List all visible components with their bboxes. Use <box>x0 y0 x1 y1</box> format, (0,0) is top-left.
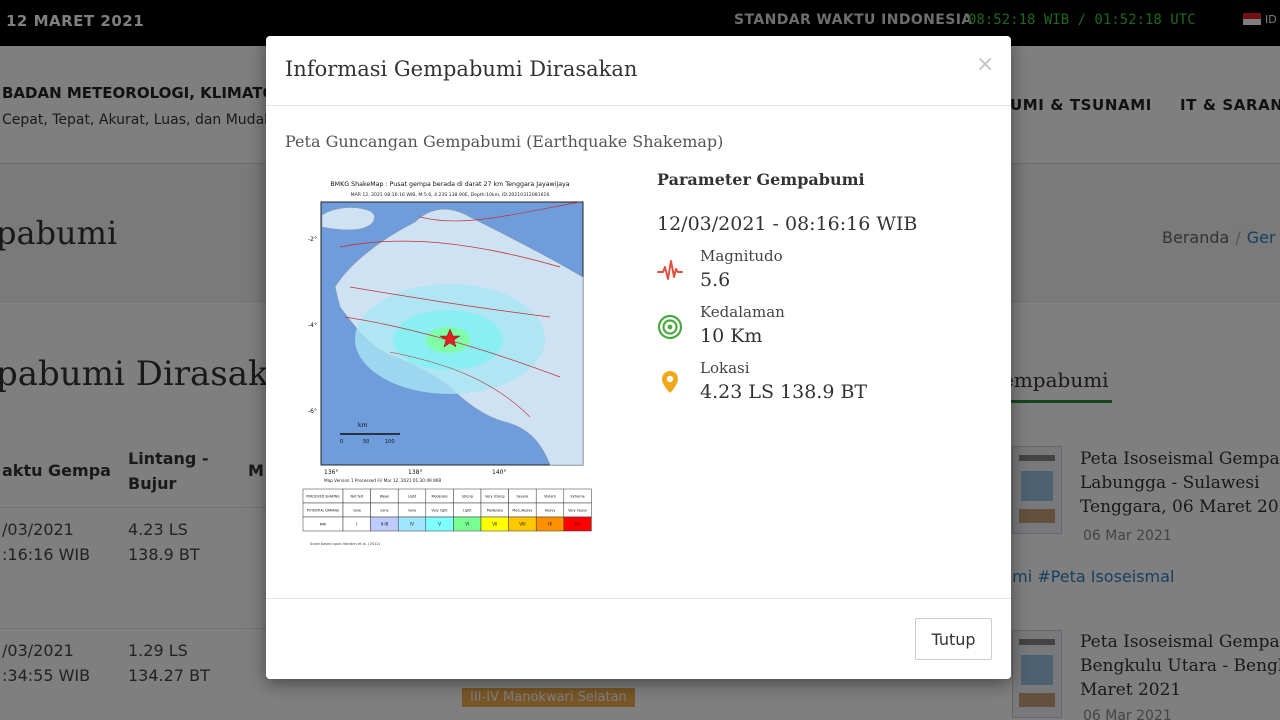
legend-cell-text: Weak <box>380 495 389 499</box>
legend-cell-text: Not felt <box>351 495 364 499</box>
legend-cell-text: Violent <box>544 495 556 499</box>
legend-cell-text: VIII <box>519 522 525 527</box>
depth-label: Kedalaman <box>700 303 785 321</box>
close-button[interactable]: Tutup <box>915 618 992 660</box>
location-label: Lokasi <box>700 359 750 377</box>
seismograph-icon <box>657 260 683 280</box>
legend-row-label: POTENTIAL DAMAGE <box>307 509 340 513</box>
magnitude-label: Magnitudo <box>700 247 783 265</box>
legend-cell-text: Moderate <box>487 509 503 513</box>
close-icon[interactable]: × <box>976 53 994 77</box>
depth-rings-icon <box>657 314 683 340</box>
legend-cell-text: Heavy <box>545 509 556 513</box>
legend-cell-text: none <box>380 509 388 513</box>
legend-cell-text: V <box>438 522 441 527</box>
processed-note: Map Version 1 Processed Fri Mar 12, 2021… <box>324 478 441 483</box>
scale-tick: 0 <box>340 439 343 445</box>
legend-cell-text: IX <box>548 522 552 527</box>
legend-cell-text: Light <box>408 495 417 499</box>
mmi-legend: PERCEIVED SHAKING Not felt Weak Light Modera… <box>302 488 592 532</box>
event-datetime: 12/03/2021 - 08:16:16 WIB <box>657 213 918 235</box>
legend-cell-text: Moderate <box>432 495 448 499</box>
lat-tick: -6° <box>308 408 317 415</box>
legend-cell-text: Strong <box>462 495 473 499</box>
shakemap-subtitle: MAR 12, 2021 08:16:16 WIB, M:5.6, 4.23S … <box>351 192 550 198</box>
legend-cell-text: Very strong <box>485 495 504 499</box>
legend-cell-text: X+ <box>575 522 581 527</box>
lon-tick: 140° <box>492 469 506 476</box>
earthquake-info-modal: Informasi Gempabumi Dirasakan × Peta Gun… <box>266 36 1011 679</box>
magnitude-value: 5.6 <box>700 269 731 291</box>
legend-cell-text: Very light <box>432 509 449 513</box>
legend-row-label: MMI <box>320 523 327 527</box>
lat-tick: -4° <box>308 322 317 329</box>
location-pin-icon <box>662 371 678 393</box>
parameters-title: Parameter Gempabumi <box>657 170 865 189</box>
scale-tick: 100 <box>385 439 395 445</box>
legend-cell-text: Extreme <box>570 495 584 499</box>
scale-tick: 50 <box>363 439 369 445</box>
scale-unit: km <box>358 422 367 429</box>
legend-cell-text: none <box>353 509 361 513</box>
legend-footnote: Scale based upon Worden et al. (2012) <box>310 542 381 546</box>
legend-cell-text: IV <box>410 522 414 527</box>
legend-cell-text: Light <box>463 509 472 513</box>
modal-header: Informasi Gempabumi Dirasakan × <box>266 36 1011 106</box>
lat-tick: -2° <box>308 236 317 243</box>
legend-cell-text: II-III <box>381 522 388 527</box>
legend-cell-text: VI <box>465 522 469 527</box>
legend-cell-text: Mod./Heavy <box>512 509 532 513</box>
legend-cell-text: I <box>356 522 357 527</box>
lon-tick: 138° <box>408 469 422 476</box>
legend-cell-text: VII <box>492 522 497 527</box>
modal-title: Informasi Gempabumi Dirasakan <box>285 57 638 81</box>
shakemap-heading: Peta Guncangan Gempabumi (Earthquake Sha… <box>285 132 724 151</box>
legend-cell-text: none <box>408 509 416 513</box>
legend-row-label: PERCEIVED SHAKING <box>306 495 340 499</box>
depth-value: 10 Km <box>700 325 763 347</box>
location-value: 4.23 LS 138.9 BT <box>700 381 868 403</box>
shakemap-title: BMKG ShakeMap : Pusat gempa berada di da… <box>330 181 569 188</box>
lon-tick: 136° <box>324 469 338 476</box>
legend-cell-text: Severe <box>517 495 529 499</box>
legend-cell-text: Very heavy <box>568 509 587 513</box>
shakemap-image[interactable]: BMKG ShakeMap : Pusat gempa berada di da… <box>300 177 600 547</box>
